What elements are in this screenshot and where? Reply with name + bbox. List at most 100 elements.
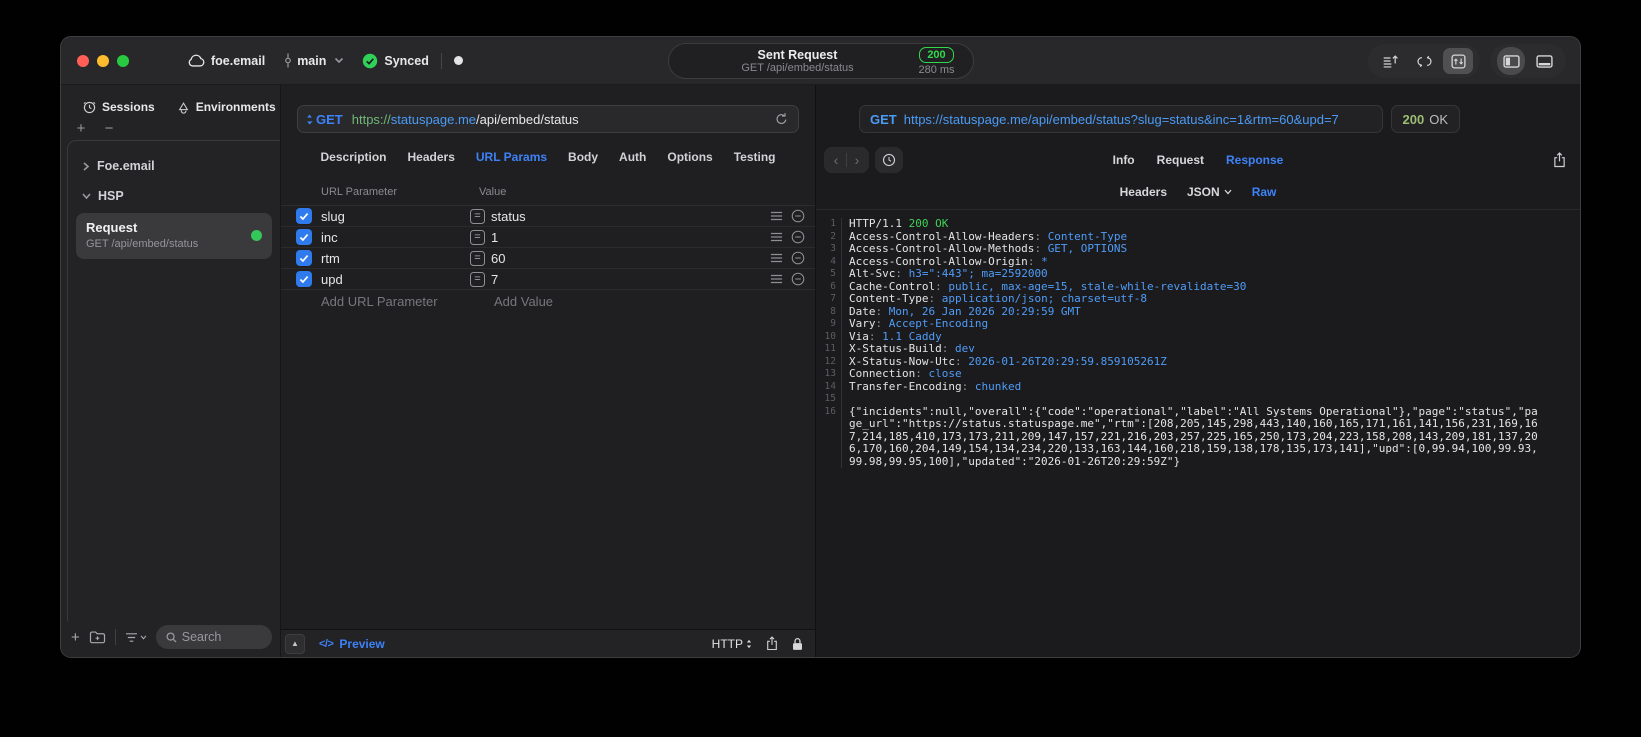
stepper-arrows-icon: [307, 113, 313, 125]
response-status-code: 200: [1402, 111, 1425, 127]
param-value-input[interactable]: status: [491, 209, 770, 224]
forward-button[interactable]: ›: [847, 152, 867, 168]
toggle-bottom-panel-button[interactable]: [1529, 48, 1559, 74]
remove-param-icon[interactable]: [791, 230, 805, 244]
tree-item-foe-email[interactable]: Foe.email: [76, 151, 272, 181]
drag-handle-icon[interactable]: [770, 274, 783, 284]
param-name-input[interactable]: slug: [321, 209, 470, 224]
tab-testing[interactable]: Testing: [734, 150, 776, 164]
tree-item-label: Foe.email: [97, 159, 155, 173]
remove-param-icon[interactable]: [791, 272, 805, 286]
tab-headers[interactable]: Headers: [1120, 185, 1167, 199]
sent-request-url-box[interactable]: GET https://statuspage.me/api/embed/stat…: [859, 105, 1383, 133]
method-selector[interactable]: GET: [306, 112, 343, 127]
back-button[interactable]: ‹: [826, 152, 846, 168]
param-name-input[interactable]: inc: [321, 230, 470, 245]
param-value-input[interactable]: 7: [491, 272, 770, 287]
environments-label: Environments: [195, 100, 276, 114]
expand-panel-button[interactable]: ▲: [285, 633, 305, 654]
minimize-window-button[interactable]: [97, 54, 109, 67]
drag-handle-icon[interactable]: [770, 232, 783, 242]
sync-status[interactable]: Synced: [362, 53, 429, 69]
header-colon: :: [941, 342, 955, 355]
tab-options[interactable]: Options: [667, 150, 712, 164]
tab-response[interactable]: Response: [1226, 153, 1283, 167]
sync-label: Synced: [384, 53, 429, 68]
request-url-bar[interactable]: GET https://statuspage.me/api/embed/stat…: [297, 105, 799, 133]
column-header-url-parameter: URL Parameter: [321, 186, 398, 198]
tab-raw[interactable]: Raw: [1252, 185, 1277, 199]
response-panel: GET https://statuspage.me/api/embed/stat…: [816, 85, 1580, 657]
remove-session-button[interactable]: −: [101, 121, 117, 138]
tab-headers[interactable]: Headers: [408, 150, 455, 164]
project-selector[interactable]: foe.email: [187, 54, 265, 68]
toggle-sidebar-button[interactable]: [1497, 47, 1525, 75]
toolbar-actions-group: [1368, 44, 1480, 78]
response-code[interactable]: 1 HTTP/1.1 200 OK 2 Access-Control-Allow-He…: [816, 210, 1580, 657]
synced-check-icon: [362, 53, 378, 69]
sent-request-pill[interactable]: Sent Request GET /api/embed/status 200 2…: [667, 43, 974, 79]
line-number: 9: [816, 318, 842, 331]
sync-loop-button[interactable]: [1409, 48, 1439, 74]
tab-environments[interactable]: Environments: [177, 100, 276, 114]
preview-button[interactable]: </> Preview: [319, 637, 385, 651]
export-response-icon[interactable]: [1553, 152, 1566, 168]
new-folder-icon[interactable]: [89, 630, 106, 644]
traffic-lights: [61, 54, 141, 67]
status-protocol: HTTP/1.1: [849, 217, 909, 230]
sort-export-button[interactable]: [1375, 48, 1405, 74]
tab-json[interactable]: JSON: [1187, 185, 1232, 199]
history-clock-button[interactable]: [875, 147, 903, 173]
request-footer-bar: ▲ </> Preview HTTP: [281, 629, 815, 657]
zoom-window-button[interactable]: [117, 54, 129, 67]
sidebar: Sessions Environments + − Foe.email HSP …: [61, 85, 281, 657]
reload-icon[interactable]: [775, 112, 788, 126]
param-enabled-checkbox[interactable]: [296, 271, 312, 287]
stepper-arrows-icon: [746, 639, 752, 648]
param-name-input[interactable]: upd: [321, 272, 470, 287]
add-url-parameter-placeholder[interactable]: Add URL Parameter: [321, 294, 494, 309]
drag-handle-icon[interactable]: [770, 211, 783, 221]
line-number: 2: [816, 230, 842, 243]
http-version-selector[interactable]: HTTP: [712, 637, 752, 651]
environments-icon: [177, 101, 190, 114]
tab-body[interactable]: Body: [568, 150, 598, 164]
tab-sessions[interactable]: Sessions: [83, 100, 155, 114]
param-row-upd: upd = 7: [281, 269, 815, 290]
header-value: *: [1041, 254, 1048, 268]
tree-item-hsp[interactable]: HSP: [76, 181, 272, 211]
tab-url-params[interactable]: URL Params: [476, 150, 547, 164]
import-export-button[interactable]: [1443, 48, 1473, 74]
sort-filter-button[interactable]: [125, 632, 147, 643]
lock-icon[interactable]: [792, 637, 803, 651]
search-placeholder: Search: [181, 630, 222, 644]
header-colon: :: [935, 279, 949, 293]
param-enabled-checkbox[interactable]: [296, 208, 312, 224]
tab-info[interactable]: Info: [1113, 153, 1135, 167]
branch-selector[interactable]: main: [283, 53, 344, 68]
close-window-button[interactable]: [77, 54, 89, 67]
param-value-input[interactable]: 60: [491, 251, 770, 266]
param-value-input[interactable]: 1: [491, 230, 770, 245]
header-name: Transfer-Encoding: [849, 379, 962, 393]
param-name-input[interactable]: rtm: [321, 251, 470, 266]
request-list-item-selected[interactable]: Request GET /api/embed/status: [76, 213, 272, 259]
tab-auth[interactable]: Auth: [619, 150, 646, 164]
line-content: Transfer-Encoding: chunked: [842, 379, 1021, 394]
param-enabled-checkbox[interactable]: [296, 229, 312, 245]
drag-handle-icon[interactable]: [770, 253, 783, 263]
header-colon: :: [1027, 254, 1042, 268]
share-icon[interactable]: [766, 636, 778, 651]
tab-description[interactable]: Description: [321, 150, 387, 164]
line-number: 1: [816, 218, 842, 231]
add-value-placeholder[interactable]: Add Value: [494, 294, 553, 309]
header-value: GET, OPTIONS: [1047, 242, 1128, 255]
remove-param-icon[interactable]: [791, 251, 805, 265]
new-request-button[interactable]: +: [71, 629, 80, 646]
tab-request[interactable]: Request: [1157, 153, 1204, 167]
add-session-button[interactable]: +: [73, 121, 89, 138]
param-enabled-checkbox[interactable]: [296, 250, 312, 266]
layout-toggle-group: [1490, 44, 1566, 78]
sidebar-search-input[interactable]: Search: [155, 625, 272, 649]
remove-param-icon[interactable]: [791, 209, 805, 223]
